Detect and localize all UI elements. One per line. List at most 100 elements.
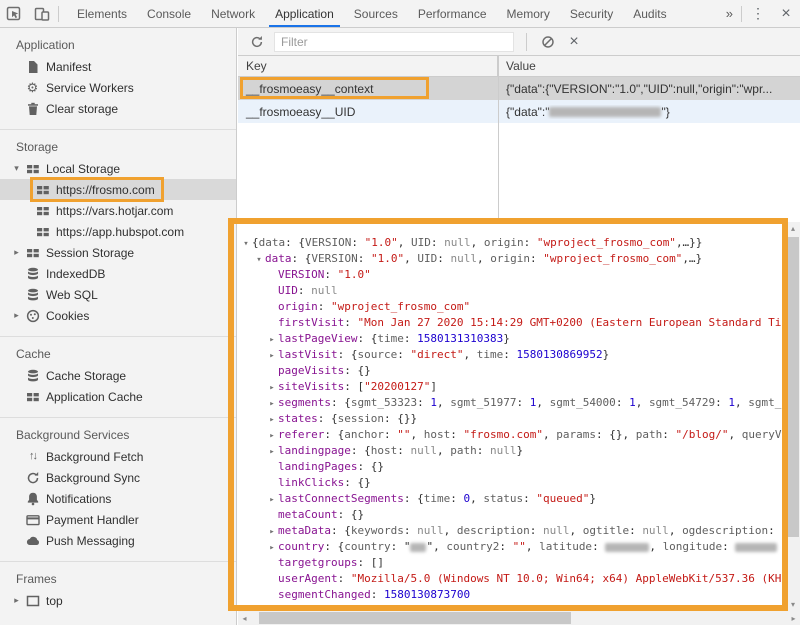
sidebar-item-clear-storage[interactable]: Clear storage — [0, 98, 236, 119]
scroll-right-icon[interactable]: ▸ — [787, 611, 800, 625]
json-tree-line: ▸country: {country: "", country2: "", la… — [240, 539, 786, 555]
tree-expand-arrow-icon[interactable]: ▸ — [266, 412, 278, 428]
json-token-k: userAgent — [278, 572, 338, 585]
json-token-k: referer — [278, 428, 324, 441]
sidebar-item-indexeddb[interactable]: IndexedDB — [0, 263, 236, 284]
table-icon — [25, 161, 40, 176]
sidebar-item-web-sql[interactable]: Web SQL — [0, 284, 236, 305]
tree-expand-arrow-icon[interactable]: ▸ — [10, 595, 23, 606]
sidebar-item-https-vars-hotjar-com[interactable]: https://vars.hotjar.com — [0, 200, 236, 221]
scroll-down-icon[interactable]: ▾ — [786, 598, 800, 611]
sidebar-item-manifest[interactable]: Manifest — [0, 56, 236, 77]
tab-security[interactable]: Security — [560, 0, 623, 27]
sidebar-item-https-app-hubspot-com[interactable]: https://app.hubspot.com — [0, 221, 236, 242]
tree-expand-arrow-icon[interactable]: ▸ — [10, 310, 23, 321]
tree-expand-arrow-icon[interactable]: ▾ — [253, 252, 265, 268]
tree-expand-arrow-icon[interactable]: ▸ — [266, 348, 278, 364]
json-token-p: : — [384, 428, 397, 441]
value-cell[interactable]: {"data":""} — [498, 105, 800, 119]
tree-expand-arrow-icon[interactable]: ▸ — [266, 396, 278, 412]
tree-expand-arrow-icon[interactable]: ▸ — [266, 380, 278, 396]
sidebar-item-label: Session Storage — [46, 246, 134, 260]
sidebar-item-cache-storage[interactable]: Cache Storage — [0, 365, 236, 386]
tree-expand-arrow-icon[interactable]: ▸ — [266, 524, 278, 540]
filter-input[interactable] — [274, 32, 514, 52]
json-token-p: : {}} — [384, 412, 417, 425]
sidebar-item-application-cache[interactable]: Application Cache — [0, 386, 236, 407]
payment-card-icon — [25, 512, 40, 527]
tree-expand-arrow-icon[interactable]: ▾ — [240, 236, 252, 252]
sidebar-item-service-workers[interactable]: ⚙Service Workers — [0, 77, 236, 98]
sidebar-item-background-sync[interactable]: Background Sync — [0, 467, 236, 488]
json-tree-line: firstVisit: "Mon Jan 27 2020 15:14:29 GM… — [240, 315, 786, 331]
column-divider[interactable] — [498, 56, 499, 222]
horizontal-scrollbar[interactable]: ◂ ▸ — [238, 611, 800, 625]
key-cell[interactable]: __frosmoeasy__UID — [238, 100, 498, 123]
sidebar-item-label: https://vars.hotjar.com — [56, 204, 173, 218]
device-toolbar-icon[interactable] — [28, 1, 56, 27]
json-tree-line: metaCount: {} — [240, 507, 786, 523]
inspect-icon[interactable] — [0, 1, 28, 27]
horizontal-scrollbar-thumb[interactable] — [259, 612, 571, 624]
tab-network[interactable]: Network — [201, 0, 265, 27]
sidebar-item-cookies[interactable]: ▸Cookies — [0, 305, 236, 326]
json-token-p: , — [636, 396, 649, 409]
tree-expand-arrow-icon[interactable]: ▸ — [266, 540, 278, 556]
close-devtools-icon[interactable]: × — [772, 1, 800, 27]
json-token-p: : — [431, 236, 444, 249]
key-cell[interactable]: __frosmoeasy__context — [238, 77, 498, 100]
sidebar-item-content: Clear storage — [23, 99, 124, 118]
json-token-u: null — [642, 524, 669, 537]
json-token-p: ,…}} — [676, 236, 703, 249]
tree-expand-arrow-icon[interactable]: ▸ — [10, 247, 23, 258]
json-token-p: : — [324, 268, 337, 281]
tab-audits[interactable]: Audits — [623, 0, 676, 27]
sidebar-item-background-fetch[interactable]: ↑↓Background Fetch — [0, 446, 236, 467]
more-tabs-chevron-icon[interactable]: » — [720, 6, 739, 21]
json-tree-line: targetgroups: [] — [240, 555, 786, 571]
tree-expand-arrow-icon[interactable]: ▸ — [266, 444, 278, 460]
sidebar-item-session-storage[interactable]: ▸ Session Storage — [0, 242, 236, 263]
tab-application[interactable]: Application — [265, 0, 344, 27]
json-token-k: siteVisits — [278, 380, 344, 393]
sidebar-item-label: Payment Handler — [46, 513, 139, 527]
clear-all-icon[interactable]: × — [561, 30, 587, 54]
table-icon — [35, 182, 50, 197]
json-token-u: null — [543, 524, 570, 537]
scroll-left-icon[interactable]: ◂ — [238, 611, 251, 625]
table-icon — [35, 203, 50, 218]
sidebar-item-push-messaging[interactable]: Push Messaging — [0, 530, 236, 551]
tree-expand-arrow-icon[interactable]: ▸ — [266, 428, 278, 444]
tab-sources[interactable]: Sources — [344, 0, 408, 27]
table-row[interactable]: __frosmoeasy__context{"data":{"VERSION":… — [238, 77, 800, 100]
cookie-icon — [25, 308, 40, 323]
kebab-menu-icon[interactable]: ⋮ — [744, 1, 772, 27]
json-token-p: : — [592, 540, 605, 553]
tab-elements[interactable]: Elements — [67, 0, 137, 27]
sidebar-item-https-frosmo-com[interactable]: https://frosmo.com — [0, 179, 236, 200]
vertical-scrollbar[interactable]: ▴ ▾ — [786, 222, 800, 611]
vertical-scrollbar-thumb[interactable] — [787, 237, 799, 537]
tree-expand-arrow-icon[interactable]: ▾ — [10, 163, 23, 174]
json-token-s: "wproject_frosmo_com" — [543, 252, 682, 265]
tab-memory[interactable]: Memory — [497, 0, 560, 27]
table-row[interactable]: __frosmoeasy__UID{"data":""} — [238, 100, 800, 123]
tree-expand-arrow-icon[interactable]: ▸ — [266, 492, 278, 508]
value-cell[interactable]: {"data":{"VERSION":"1.0","UID":null,"ori… — [498, 82, 800, 96]
scroll-up-icon[interactable]: ▴ — [786, 222, 800, 235]
json-token-p: : — [477, 444, 490, 457]
sidebar-item-top[interactable]: ▸top — [0, 590, 236, 611]
sidebar-item-local-storage[interactable]: ▾Local Storage — [0, 158, 236, 179]
sidebar-item-notifications[interactable]: Notifications — [0, 488, 236, 509]
column-header-key[interactable]: Key — [238, 56, 498, 76]
block-icon[interactable] — [535, 30, 561, 54]
tab-console[interactable]: Console — [137, 0, 201, 27]
sidebar-item-label: IndexedDB — [46, 267, 105, 281]
tab-performance[interactable]: Performance — [408, 0, 497, 27]
refresh-icon[interactable] — [244, 30, 270, 54]
column-header-value[interactable]: Value — [498, 56, 536, 76]
json-token-p: : — [351, 236, 364, 249]
sidebar-item-payment-handler[interactable]: Payment Handler — [0, 509, 236, 530]
tree-expand-arrow-icon[interactable]: ▸ — [266, 332, 278, 348]
json-token-p: : — [397, 348, 410, 361]
